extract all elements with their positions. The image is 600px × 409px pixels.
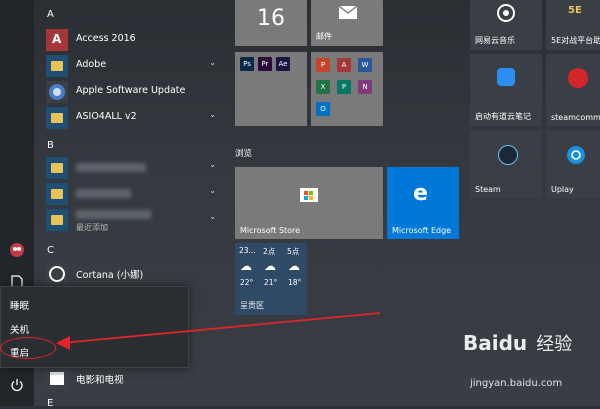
section-letter-c[interactable]: C bbox=[47, 245, 54, 256]
outlook-icon[interactable]: O bbox=[316, 102, 330, 116]
cortana-icon bbox=[46, 263, 68, 285]
app-label: Apple Software Update bbox=[76, 85, 186, 96]
steamcommunity-tile[interactable]: steamcommu bbox=[546, 54, 600, 126]
group-label-browse: 浏览 bbox=[235, 149, 253, 159]
steam-tile[interactable]: Steam bbox=[470, 130, 542, 198]
chevron-down-icon: ⌄ bbox=[209, 212, 216, 221]
watermark-cn: 经验 bbox=[536, 334, 573, 355]
app-movies-tv[interactable]: 电影和电视 bbox=[46, 368, 224, 390]
steamcommunity-icon bbox=[568, 68, 588, 88]
onenote-icon[interactable]: N bbox=[358, 80, 372, 94]
premiere-icon[interactable]: Pr bbox=[258, 57, 272, 71]
app-apple-update[interactable]: Apple Software Update bbox=[46, 81, 224, 103]
app-label: Cortana (小娜) bbox=[76, 270, 144, 281]
power-icon[interactable] bbox=[8, 378, 26, 396]
app-blurred-folder-1[interactable]: ⌄ bbox=[46, 157, 224, 179]
tile-label: 邮件 bbox=[316, 32, 332, 41]
cloud-icon: ☁ bbox=[240, 259, 252, 273]
microsoft-edge-tile[interactable]: e Microsoft Edge bbox=[387, 167, 459, 239]
folder-icon bbox=[46, 157, 68, 179]
tile-label: 启动有道云笔记 bbox=[475, 112, 531, 121]
cloud-icon: ☁ bbox=[288, 259, 300, 273]
microsoft-store-tile[interactable]: Microsoft Store bbox=[235, 167, 383, 239]
tile-label: 呈贡区 bbox=[240, 301, 264, 310]
tile-label: Uplay bbox=[551, 185, 574, 194]
weather-tile[interactable]: 23... 2点 5点 ☁ ☁ ☁ 22° 21° 18° 呈贡区 bbox=[235, 243, 307, 315]
word-icon[interactable]: W bbox=[358, 58, 372, 72]
app-label: Adobe bbox=[76, 59, 107, 70]
power-sleep[interactable]: 睡眠 bbox=[10, 298, 29, 312]
section-letter-e[interactable]: E bbox=[47, 398, 53, 409]
baidu-watermark: Baidu 经验 bbox=[463, 330, 572, 356]
cloud-icon: ☁ bbox=[264, 259, 276, 273]
app-label: Access 2016 bbox=[76, 33, 136, 44]
netease-music-tile[interactable]: 网易云音乐 bbox=[470, 0, 542, 50]
netease-icon bbox=[497, 4, 515, 22]
uplay-icon bbox=[567, 146, 585, 164]
powerpoint-icon[interactable]: P bbox=[316, 58, 330, 72]
access-tile-icon[interactable]: A bbox=[337, 58, 351, 72]
weather-time: 2点 bbox=[263, 247, 276, 256]
section-letter-b[interactable]: B bbox=[47, 140, 54, 151]
folder-icon bbox=[46, 183, 68, 205]
youdao-icon bbox=[497, 68, 515, 86]
chevron-down-icon: ⌄ bbox=[209, 160, 216, 169]
apple-update-icon bbox=[46, 81, 68, 103]
recently-added-label: 最近添加 bbox=[76, 223, 108, 232]
movies-icon bbox=[46, 368, 68, 390]
calendar-day: 16 bbox=[257, 6, 285, 31]
blurred-label bbox=[76, 189, 131, 198]
tile-label: 网易云音乐 bbox=[475, 36, 515, 45]
steam-icon bbox=[498, 145, 518, 165]
chevron-down-icon: ⌄ bbox=[209, 58, 216, 67]
photoshop-icon[interactable]: Ps bbox=[240, 57, 254, 71]
tile-label: Steam bbox=[475, 185, 501, 194]
section-letter-a[interactable]: A bbox=[47, 9, 54, 20]
adobe-group-tile[interactable]: Ps Pr Ae bbox=[235, 52, 307, 126]
5e-icon: 5E bbox=[568, 5, 582, 16]
office-group-tile[interactable]: P A W X P N O bbox=[311, 52, 383, 126]
tile-label: 5E对战平台助手 bbox=[551, 36, 600, 45]
folder-icon bbox=[46, 107, 68, 129]
tile-label: steamcommu bbox=[551, 113, 600, 122]
app-label: ASIO4ALL v2 bbox=[76, 111, 137, 122]
youdao-note-tile[interactable]: 启动有道云笔记 bbox=[470, 54, 542, 126]
weather-temp: 21° bbox=[264, 278, 278, 287]
chevron-down-icon: ⌄ bbox=[209, 110, 216, 119]
folder-icon bbox=[46, 55, 68, 77]
app-asio-folder[interactable]: ASIO4ALL v2 ⌄ bbox=[46, 107, 224, 129]
mail-tile[interactable]: 邮件 bbox=[311, 0, 383, 46]
chevron-down-icon: ⌄ bbox=[209, 186, 216, 195]
weather-temp: 18° bbox=[288, 278, 302, 287]
store-icon bbox=[300, 188, 318, 202]
app-access[interactable]: A Access 2016 bbox=[46, 29, 224, 51]
weather-time: 5点 bbox=[287, 247, 300, 256]
tile-label: Microsoft Edge bbox=[392, 226, 452, 235]
watermark-url: jingyan.baidu.com bbox=[470, 378, 563, 389]
uplay-tile[interactable]: Uplay bbox=[546, 130, 600, 198]
publisher-icon[interactable]: P bbox=[337, 80, 351, 94]
app-cortana[interactable]: Cortana (小娜) bbox=[46, 263, 224, 285]
edge-icon: e bbox=[413, 181, 428, 206]
access-icon: A bbox=[46, 29, 68, 51]
weather-time: 23... bbox=[239, 246, 256, 255]
app-label: 电影和电视 bbox=[76, 375, 124, 386]
mail-icon bbox=[339, 6, 357, 19]
tile-label: Microsoft Store bbox=[240, 226, 301, 235]
watermark-brand: Baidu bbox=[463, 331, 528, 355]
calendar-tile[interactable]: 16 bbox=[235, 0, 307, 46]
5e-tile[interactable]: 5E 5E对战平台助手 bbox=[546, 0, 600, 50]
aftereffects-icon[interactable]: Ae bbox=[276, 57, 290, 71]
app-adobe-folder[interactable]: Adobe ⌄ bbox=[46, 55, 224, 77]
user-avatar-icon[interactable] bbox=[8, 242, 26, 260]
app-blurred-folder-3[interactable]: 最近添加 ⌄ bbox=[46, 209, 224, 232]
power-shutdown[interactable]: 关机 bbox=[10, 322, 29, 336]
excel-icon[interactable]: X bbox=[316, 80, 330, 94]
blurred-label bbox=[76, 210, 151, 219]
folder-icon bbox=[46, 209, 68, 231]
blurred-label bbox=[76, 163, 146, 172]
restart-highlight-circle bbox=[0, 337, 56, 359]
app-blurred-folder-2[interactable]: ⌄ bbox=[46, 183, 224, 205]
weather-temp: 22° bbox=[240, 278, 254, 287]
